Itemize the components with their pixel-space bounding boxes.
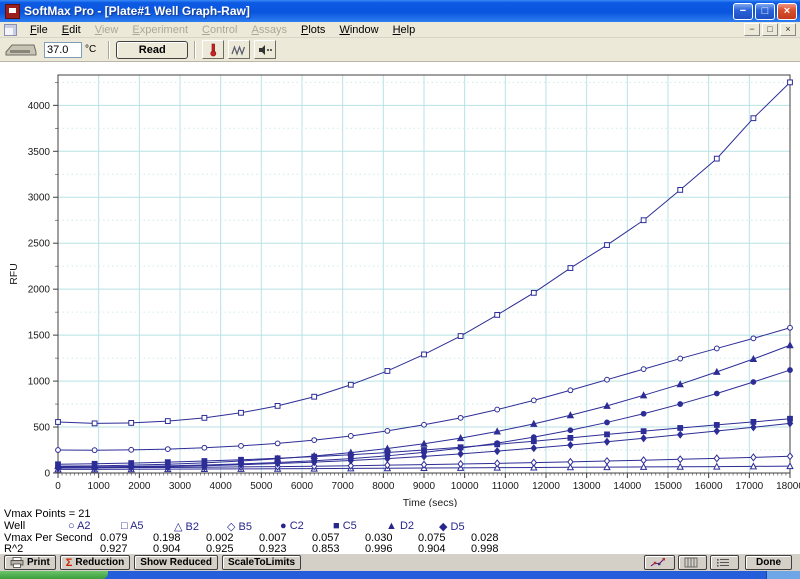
menu-item-edit[interactable]: Edit xyxy=(55,23,88,37)
mdi-restore-button[interactable]: □ xyxy=(762,23,778,36)
app-window: SoftMax Pro - [Plate#1 Well Graph-Raw] −… xyxy=(0,0,800,579)
svg-text:15000: 15000 xyxy=(654,481,682,492)
app-icon xyxy=(5,4,20,19)
well-graph: 0100020003000400050006000700080009000100… xyxy=(0,62,800,507)
thermometer-icon xyxy=(207,43,219,57)
svg-text:5000: 5000 xyxy=(250,481,273,492)
mdi-window-controls: − □ × xyxy=(742,23,796,36)
svg-text:2000: 2000 xyxy=(128,481,151,492)
menu-item-control: Control xyxy=(195,23,244,37)
svg-text:17000: 17000 xyxy=(735,481,763,492)
line-chart-icon xyxy=(650,557,669,568)
well-row-label: Well xyxy=(4,520,25,532)
legend-well-C2: ● C2 xyxy=(280,520,304,532)
svg-text:18000: 18000 xyxy=(776,481,800,492)
window-title: SoftMax Pro - [Plate#1 Well Graph-Raw] xyxy=(24,4,731,18)
svg-text:6000: 6000 xyxy=(291,481,314,492)
close-button[interactable]: × xyxy=(777,3,797,20)
toolbar-separator xyxy=(194,41,196,59)
menu-items: FileEditViewExperimentControlAssaysPlots… xyxy=(23,24,422,36)
waveform-icon xyxy=(231,44,247,56)
restore-button[interactable]: □ xyxy=(755,3,775,20)
menu-item-experiment: Experiment xyxy=(125,23,195,37)
reduction-button[interactable]: Σ Reduction xyxy=(60,555,131,570)
read-button[interactable]: Read xyxy=(116,41,188,59)
bottom-toolbar: Print Σ Reduction Show Reduced ScaleToLi… xyxy=(0,553,800,571)
printer-icon xyxy=(10,557,27,568)
speaker-button[interactable] xyxy=(254,40,276,59)
instrument-icon xyxy=(4,42,38,58)
svg-text:0: 0 xyxy=(44,469,50,480)
svg-text:9000: 9000 xyxy=(413,481,436,492)
print-button[interactable]: Print xyxy=(4,555,56,570)
svg-text:RFU: RFU xyxy=(8,263,20,285)
mdi-close-button[interactable]: × xyxy=(780,23,796,36)
menu-bar: FileEditViewExperimentControlAssaysPlots… xyxy=(0,22,800,38)
shake-button[interactable] xyxy=(228,40,250,59)
svg-text:8000: 8000 xyxy=(372,481,395,492)
svg-text:500: 500 xyxy=(33,423,50,434)
menu-item-file[interactable]: File xyxy=(23,23,55,37)
legend-well-D2: ▲ D2 xyxy=(386,520,414,532)
menu-item-help[interactable]: Help xyxy=(386,23,423,37)
svg-text:1500: 1500 xyxy=(28,331,51,342)
system-tray xyxy=(766,571,800,579)
svg-text:1000: 1000 xyxy=(28,377,51,388)
stats-panel: Vmax Points = 21 Well ○ A2□ A5△ B2◇ B5● … xyxy=(0,507,800,553)
title-bar: SoftMax Pro - [Plate#1 Well Graph-Raw] −… xyxy=(0,0,800,22)
temperature-input[interactable] xyxy=(44,42,82,58)
svg-text:12000: 12000 xyxy=(532,481,560,492)
main-toolbar: °C Read xyxy=(0,38,800,62)
svg-text:14000: 14000 xyxy=(613,481,641,492)
toolbar-separator xyxy=(108,41,110,59)
svg-text:3500: 3500 xyxy=(28,147,51,158)
svg-text:2000: 2000 xyxy=(28,285,51,296)
svg-text:4000: 4000 xyxy=(210,481,233,492)
mdi-minimize-button[interactable]: − xyxy=(744,23,760,36)
list-icon xyxy=(716,557,733,568)
done-button[interactable]: Done xyxy=(745,555,792,570)
menu-item-assays: Assays xyxy=(245,23,294,37)
svg-text:3000: 3000 xyxy=(28,193,51,204)
svg-text:11000: 11000 xyxy=(492,481,520,492)
legend-well-C5: ■ C5 xyxy=(333,520,357,532)
taskbar xyxy=(0,571,800,579)
legend-well-A2: ○ A2 xyxy=(68,520,91,532)
speaker-icon xyxy=(257,44,273,56)
scale-to-limits-button[interactable]: ScaleToLimits xyxy=(222,555,301,570)
document-icon xyxy=(4,24,17,36)
legend-well-A5: □ A5 xyxy=(121,520,144,532)
svg-text:0: 0 xyxy=(55,481,61,492)
svg-text:16000: 16000 xyxy=(695,481,723,492)
svg-text:10000: 10000 xyxy=(451,481,479,492)
vmax-points-label: Vmax Points = 21 xyxy=(4,508,91,520)
menu-item-window[interactable]: Window xyxy=(332,23,385,37)
menu-item-view: View xyxy=(88,23,126,37)
grid-icon xyxy=(684,557,701,568)
sigma-icon: Σ xyxy=(66,557,73,569)
svg-text:7000: 7000 xyxy=(332,481,355,492)
start-button[interactable] xyxy=(0,571,108,579)
svg-text:4000: 4000 xyxy=(28,101,51,112)
plate-view-button[interactable] xyxy=(678,555,707,570)
temperature-control-button[interactable] xyxy=(202,40,224,59)
menu-item-plots[interactable]: Plots xyxy=(294,23,332,37)
svg-text:3000: 3000 xyxy=(169,481,192,492)
svg-text:Time (secs): Time (secs) xyxy=(403,497,457,507)
show-reduced-button[interactable]: Show Reduced xyxy=(134,555,218,570)
minimize-button[interactable]: − xyxy=(733,3,753,20)
svg-text:13000: 13000 xyxy=(573,481,601,492)
list-view-button[interactable] xyxy=(710,555,739,570)
temperature-unit-label: °C xyxy=(85,44,96,55)
svg-text:2500: 2500 xyxy=(28,239,51,250)
svg-text:1000: 1000 xyxy=(88,481,111,492)
graph-view-button[interactable] xyxy=(644,555,675,570)
